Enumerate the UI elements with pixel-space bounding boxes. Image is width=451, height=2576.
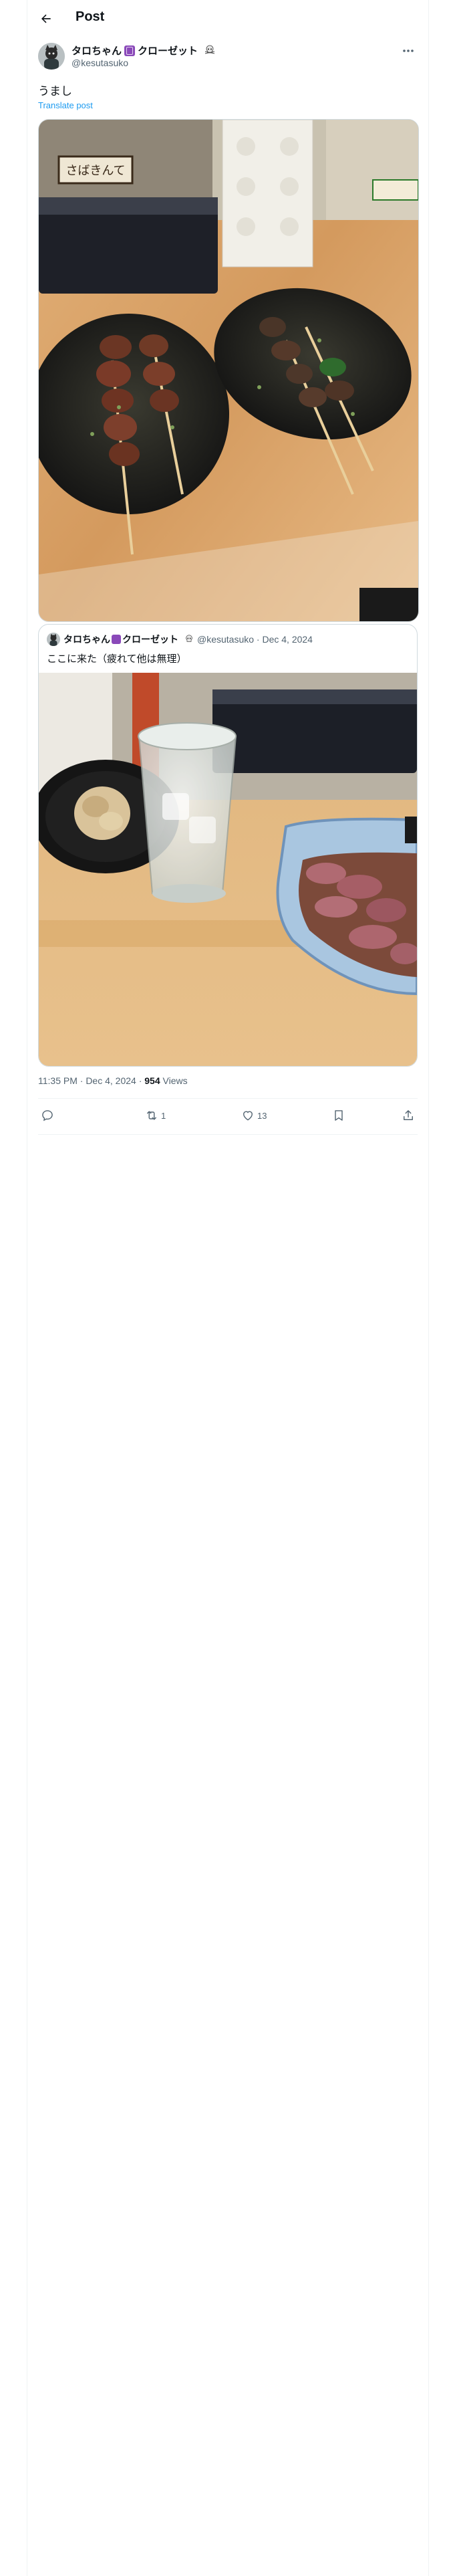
skull-icon [204,44,215,58]
views-count: 954 [144,1075,160,1086]
share-icon [404,1110,413,1120]
divider [38,1098,418,1099]
like-button[interactable]: 13 [241,1109,267,1122]
translate-post-link[interactable]: Translate post [38,100,93,110]
back-button[interactable] [34,7,58,31]
quoted-avatar [47,633,60,646]
quoted-meta: @kesutasuko · Dec 4, 2024 [197,634,313,645]
like-count: 13 [257,1110,267,1121]
divider [38,1134,418,1135]
post-timestamp[interactable]: 11:35 PM · Dec 4, 2024 · [38,1075,144,1086]
quoted-text: ここに来た（疲れて他は無理） [47,653,187,665]
quoted-post[interactable]: タロちゃん クローゼット @kesutasuko · Dec 4, 2024 こ… [38,624,418,1067]
drink-and-liver-photo [39,673,417,1066]
post-meta: 11:35 PM · Dec 4, 2024 · 954 Views [38,1075,188,1086]
post-image[interactable]: さばきんて [38,119,419,622]
author-name-suffix[interactable]: クローゼット [138,43,198,58]
svg-text:さばきんて: さばきんて [65,164,125,178]
skull-icon [184,634,194,645]
header: Post [27,0,428,37]
more-horizontal-icon [403,49,414,52]
author-name[interactable]: タロちゃん [71,43,122,58]
avatar[interactable] [38,43,65,70]
post-text: うまし [38,85,72,98]
reply-icon [42,1110,53,1121]
repost-button[interactable]: 1 [145,1109,166,1122]
action-bar: 1 13 [38,1101,418,1133]
bookmark-icon [335,1110,343,1121]
repost-icon [147,1111,156,1120]
quoted-image[interactable] [39,673,417,1066]
closet-icon [112,635,121,644]
yakitori-photo: さばきんて [39,120,418,621]
share-button[interactable] [402,1109,418,1122]
page-title: Post [76,9,105,24]
author-handle[interactable]: @kesutasuko [71,58,128,68]
main-column: Post タロちゃん クローゼット @kesutasuko うまし Transl… [27,0,429,2576]
quoted-author-name-suffix: クローゼット [122,634,178,645]
closet-icon [124,45,136,56]
repost-count: 1 [161,1110,166,1121]
views-label: Views [160,1075,188,1086]
heart-icon [243,1111,253,1121]
arrow-left-icon [41,14,51,23]
quoted-author-name: タロちゃん [63,634,110,645]
more-button[interactable] [399,44,418,58]
bookmark-button[interactable] [332,1109,348,1122]
quoted-post-header: タロちゃん クローゼット @kesutasuko · Dec 4, 2024 [47,633,313,646]
post-author: タロちゃん クローゼット @kesutasuko [38,43,418,72]
reply-button[interactable] [41,1109,57,1122]
author-name-row[interactable]: タロちゃん クローゼット [71,43,215,58]
